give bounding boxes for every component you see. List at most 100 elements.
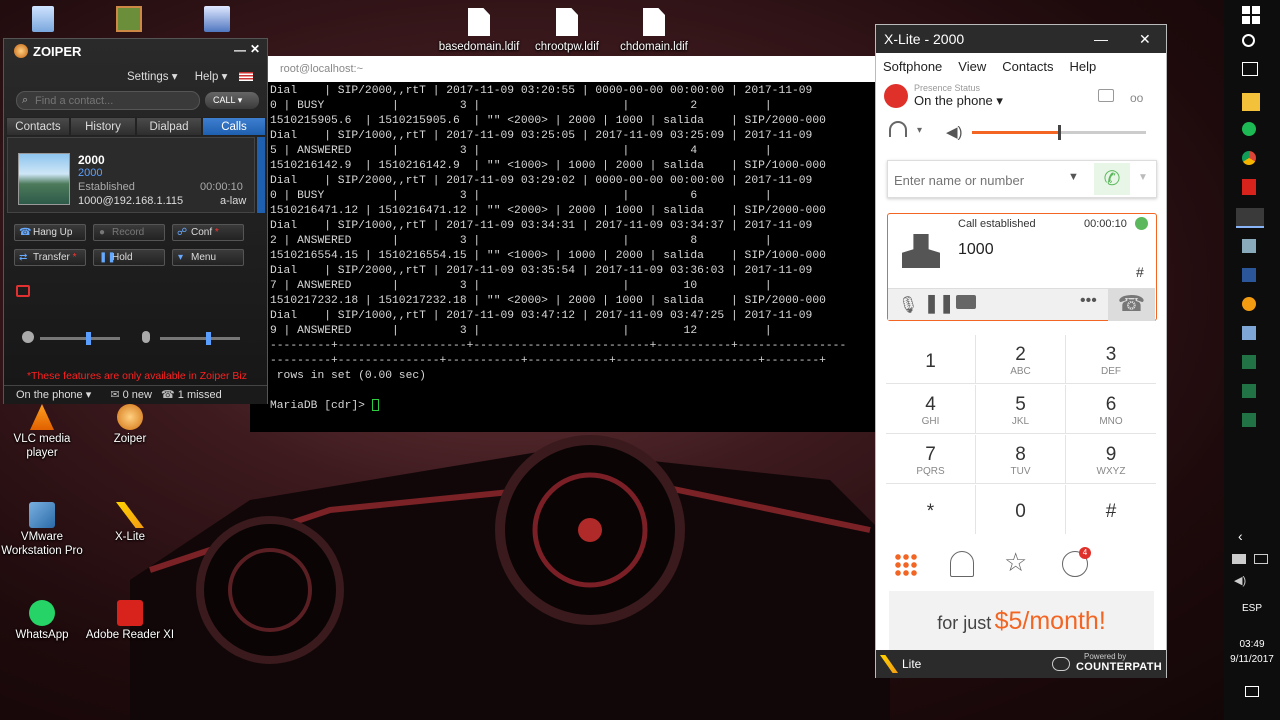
- network-tray-icon[interactable]: [1232, 554, 1246, 564]
- desktop-icon-network[interactable]: [172, 6, 262, 34]
- dialpad-key[interactable]: 8 TUV: [976, 435, 1066, 484]
- dialpad-key[interactable]: 7 PQRS: [886, 435, 976, 484]
- close-icon[interactable]: ✕: [250, 42, 260, 56]
- desktop-icon-vmware[interactable]: VMware Workstation Pro: [0, 502, 87, 558]
- file-explorer-icon[interactable]: [1242, 93, 1260, 111]
- excel-icon[interactable]: [1242, 355, 1256, 369]
- call-button[interactable]: ✆: [1094, 163, 1130, 195]
- promo-banner[interactable]: for just $5/month!: [889, 591, 1154, 651]
- hold-button[interactable]: ❚❚ Hold: [93, 249, 165, 266]
- zoiper-scrollbar[interactable]: [257, 137, 265, 213]
- minimize-icon[interactable]: —: [234, 43, 246, 57]
- dialpad-key[interactable]: 4 GHI: [886, 385, 976, 434]
- desktop-icon-basedomain[interactable]: basedomain.ldif: [434, 8, 524, 54]
- xlite-taskbar-icon[interactable]: [1236, 208, 1264, 228]
- desktop-icon-chdomain[interactable]: chdomain.ldif: [609, 8, 699, 54]
- flag-icon[interactable]: [238, 72, 253, 82]
- voicemail-icon[interactable]: oo: [1130, 91, 1143, 105]
- dial-input[interactable]: [894, 171, 1064, 189]
- desktop-icon-vlc[interactable]: VLC media player: [0, 404, 87, 460]
- tab-history[interactable]: History: [70, 117, 136, 136]
- hang-up-button[interactable]: ☎ Hang Up: [14, 224, 86, 241]
- dialpad-key[interactable]: 6 MNO: [1066, 385, 1156, 434]
- close-icon[interactable]: ✕: [1139, 25, 1151, 53]
- desktop-icon-chrootpw[interactable]: chrootpw.ldif: [522, 8, 612, 54]
- speaker-volume-slider[interactable]: [40, 332, 120, 345]
- tab-dialpad[interactable]: Dialpad: [136, 117, 202, 136]
- network-icon[interactable]: [1242, 326, 1256, 340]
- desktop-icon-recycle-bin[interactable]: [0, 6, 88, 34]
- chrome-icon[interactable]: [1242, 151, 1256, 165]
- zoiper-settings-menu[interactable]: Settings ▾: [127, 71, 178, 83]
- add-contact-icon[interactable]: [902, 234, 940, 268]
- notifications-icon[interactable]: [1245, 686, 1259, 697]
- desktop-icon-xlite[interactable]: X-Lite: [85, 502, 175, 544]
- desktop-icon-whatsapp[interactable]: WhatsApp: [0, 600, 87, 642]
- dialpad-icon[interactable]: [894, 553, 918, 577]
- desktop-icon-adobe-reader[interactable]: Adobe Reader XI: [85, 600, 175, 642]
- contacts-icon[interactable]: [950, 551, 974, 577]
- mic-volume-knob[interactable]: [206, 332, 211, 345]
- unlock-icon[interactable]: [16, 285, 30, 297]
- word-icon[interactable]: [1242, 268, 1256, 282]
- status-dropdown[interactable]: On the phone ▾: [16, 389, 91, 401]
- video-icon[interactable]: [956, 295, 976, 309]
- missed-call-icon[interactable]: ☎: [161, 389, 175, 401]
- desktop-icon-zoiper[interactable]: Zoiper: [85, 404, 175, 446]
- favorites-icon[interactable]: ☆: [1004, 547, 1027, 578]
- excel-icon-2[interactable]: [1242, 384, 1256, 398]
- mute-microphone-icon[interactable]: 🎙: [898, 295, 918, 315]
- hold-icon[interactable]: ❚❚: [924, 293, 954, 314]
- desktop-icon-installer[interactable]: [84, 6, 174, 34]
- headset-icon[interactable]: [889, 121, 907, 137]
- dialpad-key[interactable]: 0: [976, 485, 1066, 534]
- menu-button[interactable]: ▾ Menu: [172, 249, 244, 266]
- terminal-window[interactable]: root@localhost:~ Dial | SIP/2000,,rtT | …: [250, 56, 878, 432]
- volume-slider[interactable]: [972, 125, 1146, 140]
- menu-softphone[interactable]: Softphone: [883, 59, 942, 74]
- language-indicator[interactable]: ESP: [1224, 603, 1280, 614]
- adobe-acrobat-icon[interactable]: [1242, 179, 1256, 195]
- dialpad-key[interactable]: 1: [886, 335, 976, 384]
- battery-tray-icon[interactable]: [1254, 554, 1268, 564]
- menu-help[interactable]: Help: [1070, 59, 1097, 74]
- show-hidden-icons[interactable]: ‹: [1238, 528, 1243, 544]
- conf-button[interactable]: ☍ Conf *: [172, 224, 244, 241]
- menu-contacts[interactable]: Contacts: [1002, 59, 1053, 74]
- dialpad-key[interactable]: 5 JKL: [976, 385, 1066, 434]
- dialpad-key[interactable]: #: [1066, 485, 1156, 534]
- app-icon[interactable]: [1242, 297, 1256, 311]
- volume-knob[interactable]: [1058, 125, 1061, 140]
- record-button[interactable]: ● Record: [93, 224, 165, 241]
- zoiper-help-menu[interactable]: Help ▾: [195, 71, 228, 83]
- windows-start-icon[interactable]: [1242, 6, 1260, 24]
- chat-icon[interactable]: [1098, 89, 1114, 102]
- zoiper-search-box[interactable]: ⌕: [16, 91, 200, 110]
- dtmf-hash[interactable]: #: [1136, 264, 1144, 280]
- volume-tray-icon[interactable]: ◀): [1234, 574, 1246, 587]
- dialpad-key[interactable]: *: [886, 485, 976, 534]
- dialpad-key[interactable]: 3 DEF: [1066, 335, 1156, 384]
- dialpad-key[interactable]: 9 WXYZ: [1066, 435, 1156, 484]
- search-icon[interactable]: [1242, 34, 1255, 47]
- minimize-icon[interactable]: —: [1094, 25, 1108, 53]
- more-options-icon[interactable]: •••: [1080, 292, 1097, 310]
- call-options-icon[interactable]: ▼: [1138, 172, 1148, 183]
- virtualbox-icon[interactable]: [1242, 239, 1256, 253]
- speaker-icon[interactable]: ◀): [946, 123, 963, 141]
- voicemail-icon[interactable]: ✉: [110, 389, 119, 401]
- spotify-icon[interactable]: [1242, 122, 1256, 136]
- zoiper-search-input[interactable]: [35, 93, 195, 108]
- transfer-button[interactable]: ⇄ Transfer *: [14, 249, 86, 266]
- menu-view[interactable]: View: [958, 59, 986, 74]
- dial-dropdown-icon[interactable]: ▼: [1068, 171, 1079, 183]
- tab-calls[interactable]: Calls: [202, 117, 266, 136]
- clock-time[interactable]: 03:49: [1224, 639, 1280, 650]
- clock-date[interactable]: 9/11/2017: [1224, 654, 1280, 665]
- speaker-volume-knob[interactable]: [86, 332, 91, 345]
- headset-dropdown-icon[interactable]: ▾: [917, 125, 922, 136]
- end-call-button[interactable]: ☎: [1108, 289, 1155, 321]
- excel-icon-3[interactable]: [1242, 413, 1256, 427]
- dialpad-key[interactable]: 2 ABC: [976, 335, 1066, 384]
- tab-contacts[interactable]: Contacts: [6, 117, 70, 136]
